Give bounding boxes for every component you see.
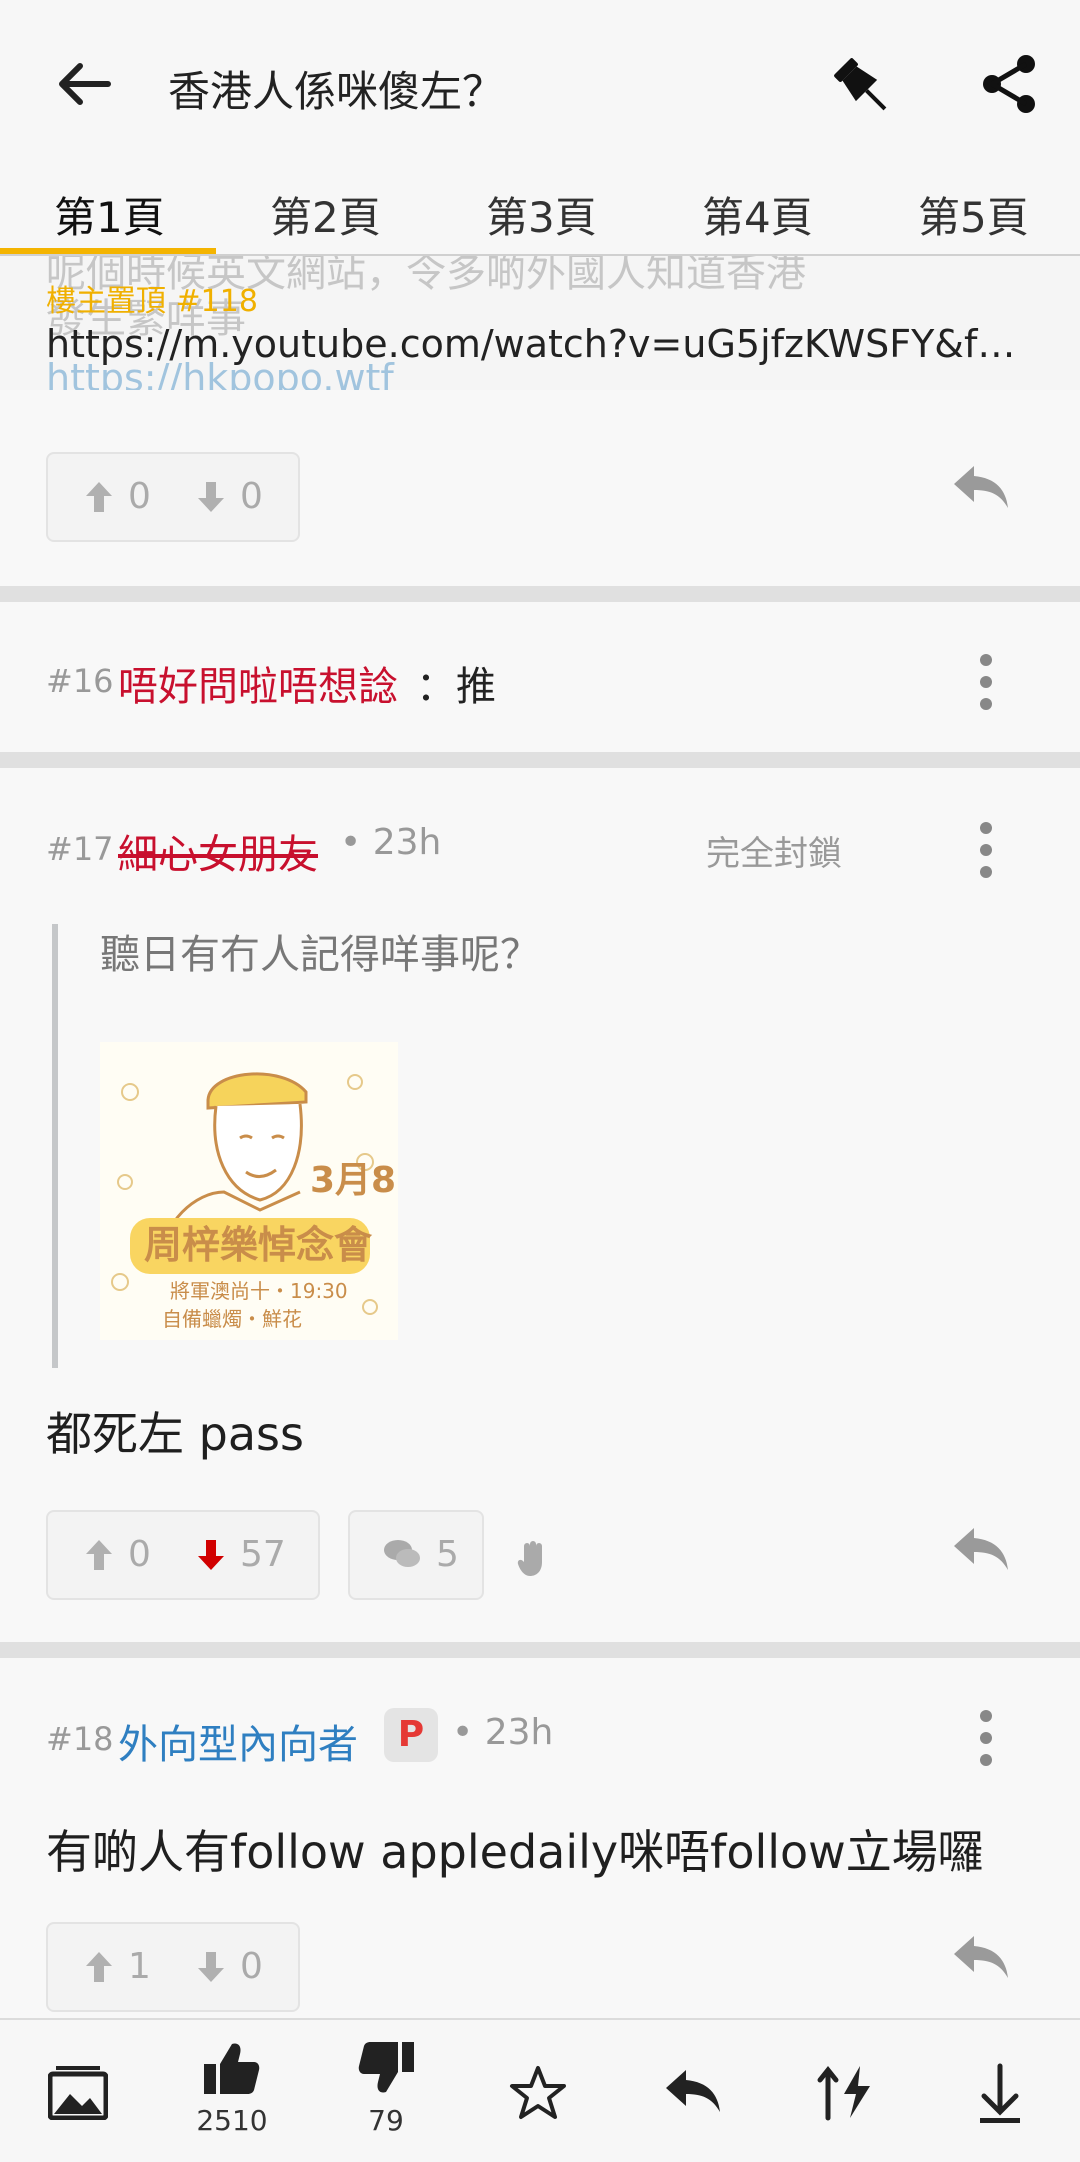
bookmark-button[interactable] (478, 2064, 598, 2126)
comment-count: 5 (436, 1534, 459, 1575)
up-arrow-icon (86, 1540, 112, 1570)
like-thread-button[interactable]: 2510 (172, 2040, 292, 2137)
poster-illustration: 3月8日 周梓樂悼念會 將軍澳尚十・19:30 自備蠟燭・鮮花 (100, 1042, 432, 1340)
scroll-bottom-button[interactable] (940, 2062, 1060, 2128)
poster-place-text: 將軍澳尚十・19:30 (170, 1279, 348, 1303)
thread-title: 香港人係咪傻左？ (168, 67, 505, 116)
post-number: #18 (46, 1720, 114, 1758)
vote-box: 1 0 (46, 1922, 300, 2012)
quote-bar (52, 924, 58, 1368)
reply-icon[interactable] (950, 1524, 1010, 1576)
downvote-button[interactable]: 0 (196, 1946, 263, 1987)
poster-title-text: 周梓樂悼念會 (144, 1223, 373, 1267)
star-icon (510, 2066, 566, 2119)
post-number: #17 (46, 830, 114, 868)
pinned-post-banner[interactable]: 呢個時候英文網站，令多啲外國人知道香港 發生緊咩事 https://hkpopo… (0, 256, 1080, 390)
reply-icon (666, 2070, 720, 2112)
tab-page-2[interactable]: 第2頁 (270, 184, 381, 245)
tab-page-1[interactable]: 第1頁 (54, 184, 165, 245)
poster-note-text: 自備蠟燭・鮮花 (162, 1307, 302, 1331)
downvote-count: 57 (240, 1534, 286, 1575)
page-tabs: 第1頁 第2頁 第3頁 第4頁 第5頁 (0, 170, 1080, 256)
downvote-button[interactable]: 0 (196, 476, 263, 517)
hand-icon[interactable] (516, 1538, 550, 1578)
app-bar: 香港人係咪傻左？ (0, 0, 1080, 170)
more-options-icon[interactable] (974, 652, 998, 712)
comments-button[interactable]: 5 (348, 1510, 484, 1600)
tab-page-5[interactable]: 第5頁 (918, 184, 1029, 245)
tab-page-4[interactable]: 第4頁 (702, 184, 813, 245)
dislike-thread-button[interactable]: 79 (326, 2040, 446, 2137)
post-author[interactable]: 唔好問啦唔想諗 (118, 654, 398, 712)
upvote-count: 0 (128, 476, 151, 517)
post-17: #17 細心女朋友 • 23h 完全封鎖 聽日有冇人記得咩事呢？ 3月8日 周梓… (0, 768, 1080, 1642)
post-time: • 23h (452, 1712, 554, 1753)
reply-icon[interactable] (950, 462, 1010, 514)
pinned-link[interactable]: https://m.youtube.com/watch?v=uG5jfzKWSF… (46, 322, 1016, 366)
bottom-toolbar: 2510 79 (0, 2018, 1080, 2162)
block-status: 完全封鎖 (706, 834, 842, 874)
upvote-button[interactable]: 0 (84, 476, 151, 517)
jump-button[interactable] (786, 2062, 906, 2126)
thumbs-up-icon (204, 2043, 260, 2094)
vote-box: 0 0 (46, 452, 300, 542)
post-time-value: 23h (372, 822, 442, 863)
premium-badge: P (384, 1708, 438, 1762)
thumb-up-arrow-icon (86, 482, 112, 512)
upvote-count: 0 (128, 1534, 151, 1575)
downvote-button[interactable]: 57 (196, 1534, 286, 1575)
post-divider (0, 1642, 1080, 1658)
like-count: 2510 (196, 2104, 268, 2137)
down-arrow-icon (198, 1952, 224, 1982)
arrow-down-to-bottom-icon (980, 2063, 1020, 2123)
share-icon[interactable] (980, 52, 1040, 116)
more-options-icon[interactable] (974, 1708, 998, 1768)
down-arrow-icon (198, 1540, 224, 1570)
post-body: 都死左 pass (46, 1407, 304, 1461)
down-arrow-icon (198, 482, 224, 512)
upvote-button[interactable]: 1 (84, 1946, 151, 1987)
reply-icon[interactable] (950, 1932, 1010, 1984)
more-options-icon[interactable] (974, 820, 998, 880)
post-author[interactable]: 外向型內向者 (118, 1712, 358, 1770)
post-18: #18 外向型內向者 P • 23h 有啲人有follow appledaily… (0, 1658, 1080, 2018)
quoted-text: 聽日有冇人記得咩事呢？ (100, 932, 540, 978)
up-arrow-icon (86, 1952, 112, 1982)
dislike-count: 79 (368, 2104, 404, 2137)
back-arrow-icon[interactable] (52, 52, 116, 116)
vote-box: 0 57 (46, 1510, 320, 1600)
post-body: 有啲人有follow appledaily咪唔follow立場囉 (46, 1825, 984, 1879)
post-preview-text: ：推 (416, 664, 496, 710)
images-icon (47, 2066, 109, 2121)
post-time: • 23h (340, 822, 442, 863)
post-15-footer: 0 0 (0, 390, 1080, 586)
pinned-label: 樓主置頂 #118 (46, 284, 258, 319)
sort-flash-icon (817, 2065, 870, 2121)
upvote-count: 1 (128, 1946, 151, 1987)
comment-bubbles-icon (384, 1540, 420, 1567)
post-number: #16 (46, 662, 114, 700)
memorial-poster-image[interactable]: 3月8日 周梓樂悼念會 將軍澳尚十・19:30 自備蠟燭・鮮花 (100, 1042, 432, 1340)
pin-icon[interactable] (828, 52, 898, 122)
post-divider (0, 752, 1080, 768)
upvote-button[interactable]: 0 (84, 1534, 151, 1575)
reply-thread-button[interactable] (632, 2066, 752, 2122)
downvote-count: 0 (240, 1946, 263, 1987)
post-author[interactable]: 細心女朋友 (118, 822, 318, 880)
poster-date-text: 3月8日 (310, 1160, 398, 1201)
post-time-value: 23h (484, 1712, 554, 1753)
thumbs-down-icon (358, 2042, 414, 2093)
post-16: #16 唔好問啦唔想諗 ：推 (0, 602, 1080, 752)
post-divider (0, 586, 1080, 602)
downvote-count: 0 (240, 476, 263, 517)
tab-page-3[interactable]: 第3頁 (486, 184, 597, 245)
active-tab-indicator (0, 248, 216, 254)
image-mode-button[interactable] (18, 2064, 138, 2124)
